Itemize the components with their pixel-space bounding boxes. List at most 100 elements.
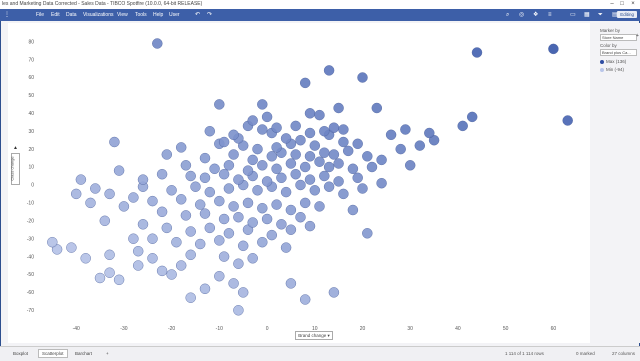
data-point-128[interactable] <box>247 217 258 228</box>
data-point-26[interactable] <box>280 133 292 144</box>
data-point-96[interactable] <box>166 185 177 196</box>
menu-edit[interactable]: Edit <box>51 12 60 18</box>
data-point-49[interactable] <box>247 154 258 166</box>
data-point-123[interactable] <box>156 206 168 218</box>
data-point-15[interactable] <box>271 122 282 133</box>
data-point-52[interactable] <box>290 149 301 160</box>
data-panel-icon[interactable]: ≡ <box>548 11 552 19</box>
data-point-37[interactable] <box>338 136 349 148</box>
data-point-152[interactable] <box>104 249 115 261</box>
data-point-106[interactable] <box>323 181 335 192</box>
scatter-plot-svg[interactable]: -40 -30 -20 -10 0 10 20 30 40 50 60 80 70 60 50 40 30 20… <box>8 23 590 343</box>
data-point-169[interactable] <box>237 287 249 298</box>
data-point-148[interactable] <box>257 236 268 248</box>
data-point-149[interactable] <box>280 242 292 253</box>
data-point-116[interactable] <box>257 202 268 214</box>
data-point-176[interactable] <box>128 233 139 244</box>
data-point-108[interactable] <box>357 183 368 194</box>
data-point-122[interactable] <box>118 201 130 212</box>
data-point-74[interactable] <box>366 161 378 173</box>
data-point-86[interactable] <box>290 168 301 180</box>
comments-icon[interactable]: ▭ <box>570 11 576 19</box>
data-point-56[interactable] <box>343 145 354 157</box>
data-point-168[interactable] <box>199 283 211 294</box>
data-point-30[interactable] <box>175 142 187 153</box>
data-point-8[interactable] <box>333 102 344 114</box>
data-point-67[interactable] <box>271 163 282 175</box>
data-point-99[interactable] <box>223 183 235 194</box>
data-point-130[interactable] <box>276 219 287 230</box>
data-point-165[interactable] <box>156 265 168 277</box>
data-point-173[interactable] <box>328 287 340 298</box>
data-point-78[interactable] <box>156 168 168 180</box>
data-point-172[interactable] <box>300 294 311 305</box>
data-point-44[interactable] <box>467 111 478 123</box>
data-point-79[interactable] <box>185 170 196 182</box>
data-point-76[interactable] <box>113 165 125 176</box>
data-point-12[interactable] <box>314 109 325 121</box>
data-point-145[interactable] <box>194 238 206 250</box>
data-point-105[interactable] <box>309 185 320 196</box>
data-point-7[interactable] <box>257 99 268 110</box>
data-point-142[interactable] <box>362 228 373 239</box>
menu-help[interactable]: Help <box>153 12 163 18</box>
color-by-select[interactable]: Brand plus Ca... <box>600 49 637 56</box>
data-point-84[interactable] <box>261 176 273 187</box>
data-point-66[interactable] <box>257 160 268 171</box>
data-point-81[interactable] <box>218 168 230 180</box>
tab-boxplot[interactable]: Boxplot <box>10 350 31 357</box>
legend-item-max[interactable]: Max (136) <box>600 59 626 64</box>
data-point-80[interactable] <box>199 172 211 184</box>
data-point-109[interactable] <box>128 192 139 203</box>
data-point-155[interactable] <box>218 251 230 262</box>
data-point-177[interactable] <box>347 204 359 216</box>
data-point-90[interactable] <box>352 172 363 184</box>
data-point-134[interactable] <box>161 222 173 234</box>
data-point-144[interactable] <box>171 236 182 248</box>
data-point-143[interactable] <box>147 233 158 244</box>
minimize-icon[interactable]: – <box>607 0 617 9</box>
data-point-140[interactable] <box>285 224 297 235</box>
close-icon[interactable]: × <box>628 0 638 9</box>
data-point-158[interactable] <box>80 253 91 264</box>
data-point-18[interactable] <box>290 120 301 132</box>
scatter-plot-visualization[interactable]: -40 -30 -20 -10 0 10 20 30 40 50 60 80 70 60 50 40 30 20… <box>8 23 590 343</box>
data-point-58[interactable] <box>376 154 387 166</box>
data-point-0[interactable] <box>152 38 163 49</box>
data-point-98[interactable] <box>204 186 216 198</box>
data-point-50[interactable] <box>266 151 277 162</box>
data-point-55[interactable] <box>328 149 340 160</box>
menu-data[interactable]: Data <box>66 12 77 18</box>
data-point-36[interactable] <box>309 140 320 151</box>
data-point-85[interactable] <box>276 172 287 184</box>
data-point-38[interactable] <box>352 138 363 150</box>
data-point-39[interactable] <box>385 129 397 141</box>
data-point-139[interactable] <box>266 229 277 241</box>
data-point-21[interactable] <box>228 129 239 141</box>
data-point-118[interactable] <box>285 204 297 216</box>
data-point-4[interactable] <box>357 72 368 83</box>
data-point-2[interactable] <box>471 47 483 58</box>
data-point-137[interactable] <box>223 228 235 239</box>
menu-tools[interactable]: Tools <box>135 12 147 18</box>
data-point-133[interactable] <box>137 219 149 230</box>
data-point-59[interactable] <box>395 143 406 155</box>
menu-file[interactable]: File <box>36 12 44 18</box>
data-point-69[interactable] <box>300 161 311 173</box>
data-point-120[interactable] <box>314 201 325 212</box>
filter-icon[interactable]: ⏷ <box>598 11 603 19</box>
data-point-82[interactable] <box>233 174 244 185</box>
data-point-3[interactable] <box>323 65 335 76</box>
data-point-121[interactable] <box>85 197 96 209</box>
data-point-17[interactable] <box>328 122 340 133</box>
data-point-34[interactable] <box>271 142 282 153</box>
data-point-161[interactable] <box>104 267 115 278</box>
data-point-112[interactable] <box>194 199 206 210</box>
data-point-119[interactable] <box>300 197 311 209</box>
data-point-33[interactable] <box>252 143 263 155</box>
data-point-27[interactable] <box>295 134 306 146</box>
tab-barchart[interactable]: Barchart <box>72 350 95 357</box>
data-point-156[interactable] <box>233 258 244 269</box>
data-point-9[interactable] <box>371 102 382 114</box>
data-point-127[interactable] <box>233 211 244 223</box>
